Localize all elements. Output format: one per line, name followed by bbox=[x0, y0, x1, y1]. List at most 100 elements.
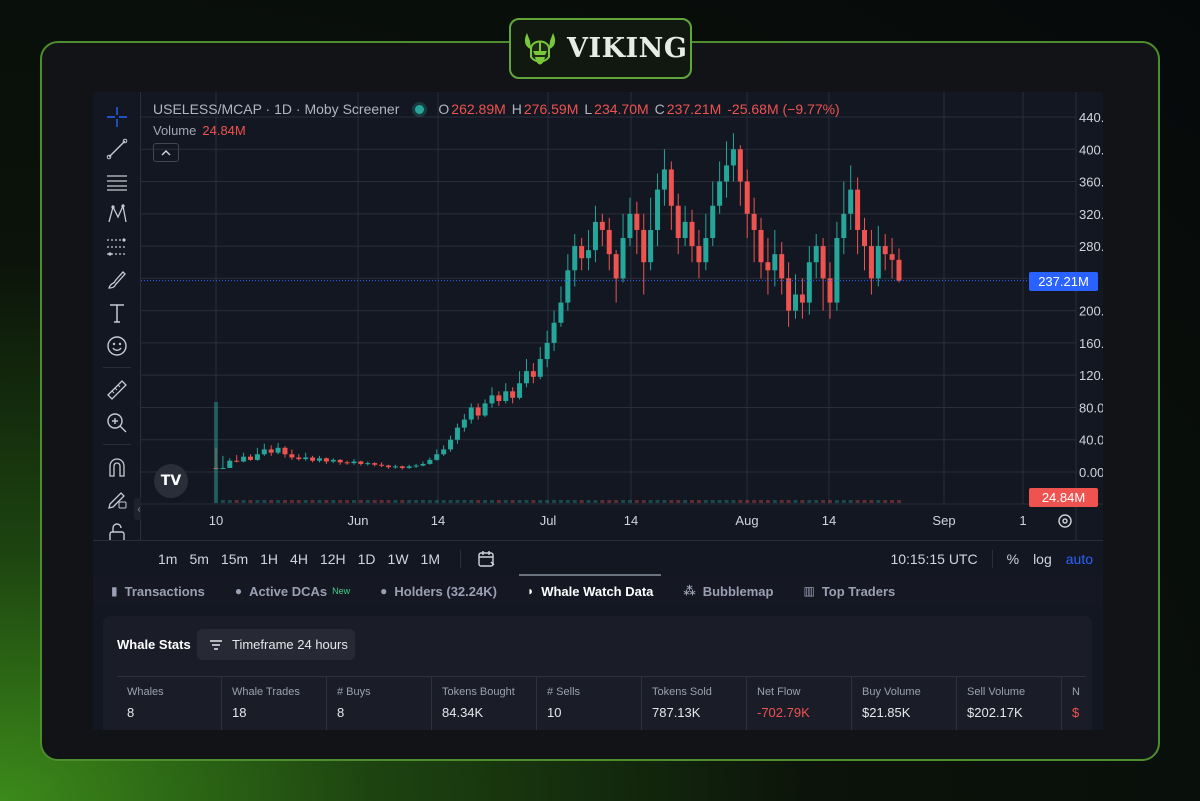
volume-bar bbox=[759, 500, 764, 503]
volume-bar bbox=[897, 500, 901, 503]
candle-body bbox=[558, 302, 564, 323]
interval-1m[interactable]: 1M bbox=[415, 551, 446, 567]
text-icon[interactable] bbox=[104, 300, 130, 326]
auto-toggle[interactable]: auto bbox=[1066, 551, 1093, 567]
zoom-in-icon[interactable] bbox=[104, 410, 130, 436]
candle-body bbox=[427, 459, 433, 464]
candle-body bbox=[827, 278, 833, 303]
y-tick-label: 400.00M bbox=[1079, 142, 1103, 157]
x-tick-label: Sep bbox=[932, 513, 955, 528]
volume-bar bbox=[400, 500, 405, 503]
interval-12h[interactable]: 12H bbox=[314, 551, 352, 567]
tab-transactions[interactable]: ▮ Transactions bbox=[103, 576, 213, 606]
brand-logo[interactable]: VIKING bbox=[509, 18, 692, 79]
candle-body bbox=[247, 456, 253, 460]
volume-bar bbox=[703, 500, 708, 503]
candle-body bbox=[551, 322, 557, 343]
lock-drawing-icon[interactable] bbox=[104, 487, 130, 513]
volume-bar bbox=[365, 500, 370, 503]
tab-label: Active DCAs bbox=[249, 583, 328, 599]
volume-bar bbox=[538, 500, 543, 503]
candle-body bbox=[323, 458, 329, 462]
tab-label: Holders (32.24K) bbox=[394, 583, 497, 599]
interval-5m[interactable]: 5m bbox=[183, 551, 214, 567]
candle-body bbox=[896, 259, 902, 281]
timeframe-button[interactable]: Timeframe 24 hours bbox=[197, 629, 355, 660]
candle-body bbox=[344, 462, 350, 464]
symbol-title[interactable]: USELESS/MCAP · 1D · Moby Screener bbox=[153, 101, 399, 117]
volume-bar bbox=[496, 500, 501, 503]
stat-cell: N $ bbox=[1062, 677, 1086, 730]
candle-body bbox=[655, 189, 661, 230]
trend-line-icon[interactable] bbox=[104, 136, 130, 162]
candle-body bbox=[730, 149, 736, 166]
horizontal-lines-icon[interactable] bbox=[104, 169, 130, 195]
candle-body bbox=[496, 395, 502, 401]
brush-icon[interactable] bbox=[104, 267, 130, 293]
ohlc-value: 237.21M bbox=[666, 101, 722, 117]
volume-bar bbox=[407, 500, 412, 503]
tab-active[interactable]: ● Active DCAs New bbox=[227, 576, 358, 606]
volume-bar bbox=[724, 500, 729, 503]
interval-1w[interactable]: 1W bbox=[382, 551, 415, 567]
candle-body bbox=[503, 391, 509, 401]
candle-body bbox=[254, 454, 260, 460]
candle-body bbox=[406, 466, 412, 468]
tab-whale[interactable]: ◗ Whale Watch Data bbox=[518, 574, 662, 606]
volume-bar bbox=[855, 500, 860, 503]
stat-cell: # Buys 8 bbox=[327, 677, 432, 730]
fib-retracement-icon[interactable] bbox=[104, 234, 130, 260]
data-tabs: ▮ Transactions ● Active DCAs New ● Holders (32… bbox=[93, 574, 1103, 606]
candle-body bbox=[372, 463, 378, 465]
ruler-icon[interactable] bbox=[104, 377, 130, 403]
interval-1d[interactable]: 1D bbox=[352, 551, 382, 567]
candle-body bbox=[316, 458, 322, 461]
candle-body bbox=[489, 395, 495, 404]
volume-bar bbox=[310, 500, 315, 503]
candle-body bbox=[365, 463, 371, 465]
gear-icon[interactable] bbox=[1056, 512, 1074, 530]
stat-value: $202.17K bbox=[967, 705, 1023, 720]
volume-bar bbox=[558, 500, 563, 503]
trading-app: ‹ 440.00M 400.00M 360.00M 320.00M 280.00M 200… bbox=[93, 92, 1103, 730]
tradingview-logo[interactable]: TV bbox=[154, 464, 188, 498]
volume-bar bbox=[800, 500, 805, 503]
interval-1m[interactable]: 1m bbox=[152, 551, 183, 567]
tab-bubblemap[interactable]: ⁂ Bubblemap bbox=[675, 576, 781, 606]
stat-value: 84.34K bbox=[442, 705, 484, 720]
volume-bar bbox=[255, 500, 260, 503]
candle-body bbox=[420, 463, 426, 466]
candle-body bbox=[779, 254, 785, 279]
chart-icon: ▥ bbox=[803, 584, 815, 598]
last-price-tag: 237.21M bbox=[1029, 272, 1098, 291]
price-change: -25.68M (−9.77%) bbox=[727, 101, 840, 117]
calendar-icon[interactable] bbox=[477, 550, 497, 568]
volume-bar bbox=[600, 500, 605, 503]
crosshair-icon[interactable] bbox=[104, 104, 130, 130]
volume-bar bbox=[489, 500, 494, 503]
candle-body bbox=[882, 246, 888, 255]
volume-bar bbox=[386, 500, 391, 503]
interval-4h[interactable]: 4H bbox=[284, 551, 314, 567]
x-tick-label: Jun bbox=[348, 513, 369, 528]
interval-15m[interactable]: 15m bbox=[215, 551, 254, 567]
interval-1h[interactable]: 1H bbox=[254, 551, 284, 567]
brand-name: VIKING bbox=[567, 33, 688, 64]
stat-value: $21.85K bbox=[862, 705, 911, 720]
collapse-legend-button[interactable] bbox=[153, 143, 179, 162]
candlestick-chart[interactable]: 440.00M 400.00M 360.00M 320.00M 280.00M 200.0… bbox=[141, 92, 1103, 540]
clock-readout[interactable]: 10:15:15 UTC bbox=[890, 551, 977, 567]
ohlc-values: O 262.89M H 276.59M L 234.70M C 237.21M bbox=[438, 101, 727, 117]
tab-holders[interactable]: ● Holders (32.24K) bbox=[372, 576, 505, 606]
candle-body bbox=[448, 439, 454, 450]
candle-body bbox=[682, 221, 688, 239]
percent-toggle[interactable]: % bbox=[1007, 551, 1019, 567]
pattern-icon[interactable] bbox=[104, 201, 130, 227]
log-toggle[interactable]: log bbox=[1033, 551, 1052, 567]
volume-bar bbox=[883, 500, 888, 503]
magnet-icon[interactable] bbox=[104, 454, 130, 480]
tab-label: Whale Watch Data bbox=[541, 583, 654, 599]
whale-stats-panel: Whale Stats Timeframe 24 hours Whales 8 Wh… bbox=[103, 616, 1092, 730]
emoji-icon[interactable] bbox=[104, 333, 130, 359]
tab-top[interactable]: ▥ Top Traders bbox=[795, 576, 903, 606]
